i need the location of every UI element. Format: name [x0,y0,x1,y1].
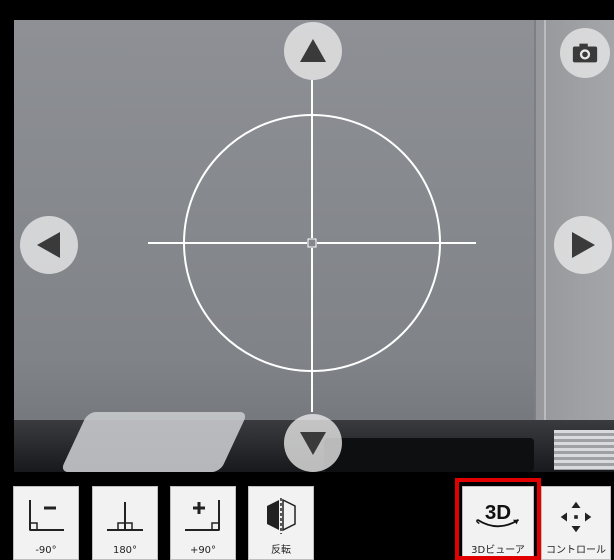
rotate-180-icon [93,493,157,539]
rotate-minus90-label: -90° [35,545,57,556]
rotate-plus90-button[interactable]: +90° [170,486,236,560]
pan-right-button[interactable] [554,216,612,274]
move-arrows-icon [542,495,610,539]
arrow-up-icon [300,39,326,62]
flip-label: 反転 [271,545,291,556]
app-frame: -90° 180° +90° 反転 3D 3Dビューア コントロール [0,0,614,560]
rotate-180-button[interactable]: 180° [92,486,158,560]
viewer-3d-icon: 3D [463,493,533,539]
rotate-plus90-icon [171,493,235,539]
rotate-plus90-label: +90° [189,545,217,556]
camera-icon [572,43,598,63]
pan-up-button[interactable] [284,22,342,80]
bottom-toolbar: -90° 180° +90° 反転 3D 3Dビューア コントロール [0,472,614,560]
crosshair-reticle [148,80,476,412]
pan-left-button[interactable] [20,216,78,274]
arrow-left-icon [37,232,60,258]
control-label: コントロール [546,545,606,556]
pan-down-button[interactable] [284,414,342,472]
rotate-minus90-button[interactable]: -90° [13,486,79,560]
viewer-3d-icon-text: 3D [485,501,511,524]
rotate-minus90-icon [14,493,78,539]
viewer-3d-label: 3Dビューア [471,545,525,556]
viewer-3d-button[interactable]: 3D 3Dビューア [462,486,534,560]
arrow-right-icon [572,232,595,258]
snapshot-button[interactable] [560,28,610,78]
rotate-180-label: 180° [112,545,138,556]
flip-button[interactable]: 反転 [248,486,314,560]
control-button[interactable]: コントロール [541,486,611,560]
reticle-center [307,238,317,248]
camera-viewport[interactable] [14,20,614,472]
arrow-down-icon [300,432,326,455]
flip-icon [249,493,313,539]
